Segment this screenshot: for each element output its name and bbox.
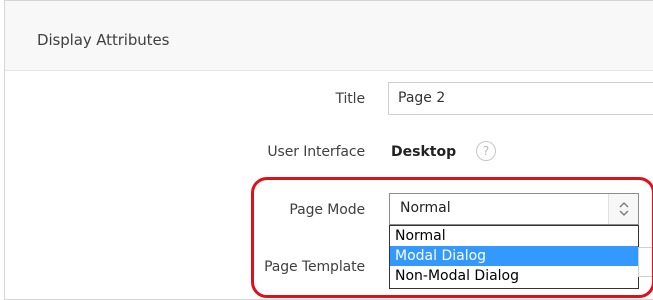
region-title: Display Attributes (37, 31, 170, 49)
title-label: Title (335, 91, 365, 107)
help-icon[interactable]: ? (476, 141, 496, 161)
title-input[interactable]: Page 2 (388, 82, 653, 115)
region-header: Display Attributes (5, 1, 653, 71)
annotation-highlight-ring (251, 177, 653, 298)
user-interface-label: User Interface (267, 144, 365, 160)
user-interface-value: Desktop (391, 144, 457, 160)
